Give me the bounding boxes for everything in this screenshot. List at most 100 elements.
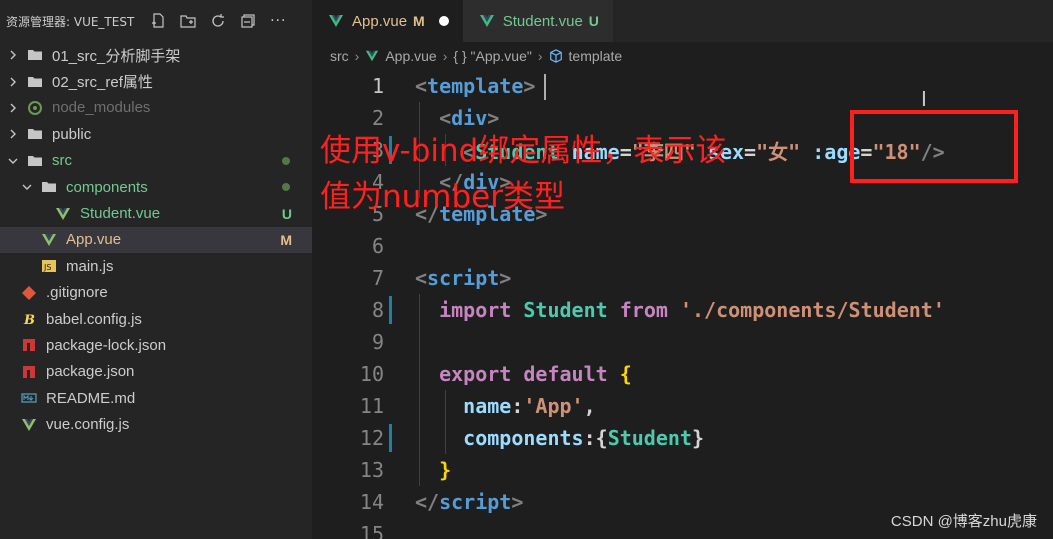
code-text: <script> xyxy=(415,266,512,290)
tree-item[interactable]: src xyxy=(0,148,312,174)
tree-item-label: components xyxy=(66,178,148,196)
code-line: 6 xyxy=(312,230,1053,262)
tab-label: App.vue xyxy=(352,12,408,30)
code-text: components:{Student} xyxy=(463,426,705,450)
code-line: 13 } xyxy=(312,454,1053,486)
tab-app-vue[interactable]: App.vue M xyxy=(312,0,463,42)
code-text: <template> xyxy=(415,74,536,98)
unsaved-dot-icon[interactable] xyxy=(438,16,449,26)
chevron-down-icon[interactable] xyxy=(6,154,20,168)
line-number: 6 xyxy=(371,234,384,258)
chevron-right-icon[interactable] xyxy=(6,48,20,62)
code-line: 10 export default { xyxy=(312,358,1053,390)
chevron-right-icon[interactable] xyxy=(6,101,20,115)
tree-item[interactable]: README.md xyxy=(0,385,312,411)
watermark: CSDN @博客zhu虎康 xyxy=(890,513,1037,530)
tree-item[interactable]: App.vue M xyxy=(0,226,312,254)
tree-item-label: .gitignore xyxy=(46,284,108,302)
code-text: name:'App', xyxy=(463,394,596,418)
breadcrumb: src › App.vue › { } "App.vue" › template xyxy=(312,42,1053,70)
vue-icon xyxy=(40,231,58,249)
git-status-badge: M xyxy=(280,231,292,248)
tab-status-badge: U xyxy=(588,13,599,29)
tree-item-label: main.js xyxy=(66,257,114,275)
explorer-actions: ··· xyxy=(148,11,288,31)
tree-item-label: Student.vue xyxy=(80,205,161,223)
tab-bar: App.vue M Student.vue U xyxy=(312,0,1053,42)
tab-status-badge: M xyxy=(413,13,425,29)
git-status-dot-icon xyxy=(282,156,290,165)
tree-item-label: 01_src_分析脚手架 xyxy=(52,47,181,65)
text-cursor xyxy=(544,74,546,100)
line-number: 13 xyxy=(359,458,384,482)
npm-icon xyxy=(20,336,38,354)
tree-item-label: 02_src_ref属性 xyxy=(52,74,153,92)
line-number: 7 xyxy=(371,266,384,290)
js-file-icon: JS xyxy=(40,257,58,275)
tree-item-label: vue.config.js xyxy=(46,416,130,434)
annotation-text: 使用v-bind绑定属性，表示该值为number类型 xyxy=(320,133,727,215)
code-line: 7 <script> xyxy=(312,262,1053,294)
tab-student-vue[interactable]: Student.vue U xyxy=(462,0,613,42)
new-file-icon[interactable] xyxy=(148,11,168,31)
chevron-right-icon: › xyxy=(442,48,448,64)
tree-item-label: public xyxy=(52,125,92,143)
explorer-sidebar: 资源管理器: VUE_TEST ··· 01_src_分析脚手架 02_src_r… xyxy=(0,0,312,539)
collapse-icon[interactable] xyxy=(238,11,258,31)
breadcrumb-item-src[interactable]: src xyxy=(330,48,349,64)
tree-item[interactable]: vue.config.js xyxy=(0,411,312,437)
folder-icon xyxy=(26,46,44,64)
tree-item-label: package.json xyxy=(46,363,135,381)
line-number: 10 xyxy=(359,362,384,386)
chevron-down-icon[interactable] xyxy=(20,180,34,194)
git-status-badge: U xyxy=(281,205,292,222)
tree-item[interactable]: public xyxy=(0,121,312,147)
breadcrumb-item-file[interactable]: App.vue xyxy=(385,48,436,64)
chevron-right-icon[interactable] xyxy=(6,127,20,141)
tree-item[interactable]: .gitignore xyxy=(0,280,312,306)
code-line: 1 <template> I xyxy=(312,70,1053,111)
more-icon[interactable]: ··· xyxy=(268,11,288,31)
tree-item[interactable]: Student.vue U xyxy=(0,200,312,226)
vue-icon xyxy=(20,416,38,434)
babel-icon: B xyxy=(20,310,38,328)
line-number: 2 xyxy=(371,106,384,130)
new-folder-icon[interactable] xyxy=(178,11,198,31)
code-text: import Student from './components/Studen… xyxy=(439,298,945,322)
tree-item-label: babel.config.js xyxy=(46,310,142,328)
svg-text:B: B xyxy=(23,313,35,327)
tree-item[interactable]: Bbabel.config.js xyxy=(0,306,312,332)
markdown-icon xyxy=(20,389,38,407)
chevron-right-icon[interactable] xyxy=(6,75,20,89)
line-number: 9 xyxy=(371,330,384,354)
tree-item-label: package-lock.json xyxy=(46,336,167,354)
tree-item[interactable]: node_modules xyxy=(0,95,312,121)
line-number: 12 xyxy=(359,426,384,450)
refresh-icon[interactable] xyxy=(208,11,228,31)
highlight-box xyxy=(850,110,1018,183)
svg-text:JS: JS xyxy=(43,263,51,272)
folder-icon xyxy=(26,73,44,91)
tab-label: Student.vue xyxy=(502,12,583,30)
line-number: 1 xyxy=(371,74,384,98)
explorer-header: 资源管理器: VUE_TEST ··· xyxy=(0,0,312,42)
tree-item[interactable]: 02_src_ref属性 xyxy=(0,68,312,94)
cube-icon xyxy=(549,49,563,63)
tree-item-label: node_modules xyxy=(52,99,151,117)
line-number: 11 xyxy=(359,394,384,418)
code-text: <div> xyxy=(439,106,500,130)
line-number: 15 xyxy=(359,522,384,539)
tree-item[interactable]: components xyxy=(0,174,312,200)
code-text: } xyxy=(439,458,452,482)
tree-item[interactable]: package.json xyxy=(0,359,312,385)
breadcrumb-item-symbol[interactable]: template xyxy=(569,48,623,64)
breadcrumb-item-module[interactable]: { } "App.vue" xyxy=(453,48,531,64)
code-line: 11 name:'App', xyxy=(312,390,1053,422)
node-icon xyxy=(26,99,44,117)
vue-icon xyxy=(54,205,72,223)
tree-item[interactable]: JS main.js xyxy=(0,253,312,279)
code-line: 12 components:{Student} xyxy=(312,422,1053,454)
tree-item[interactable]: package-lock.json xyxy=(0,332,312,358)
tree-item[interactable]: 01_src_分析脚手架 xyxy=(0,42,312,68)
git-icon xyxy=(20,284,38,302)
